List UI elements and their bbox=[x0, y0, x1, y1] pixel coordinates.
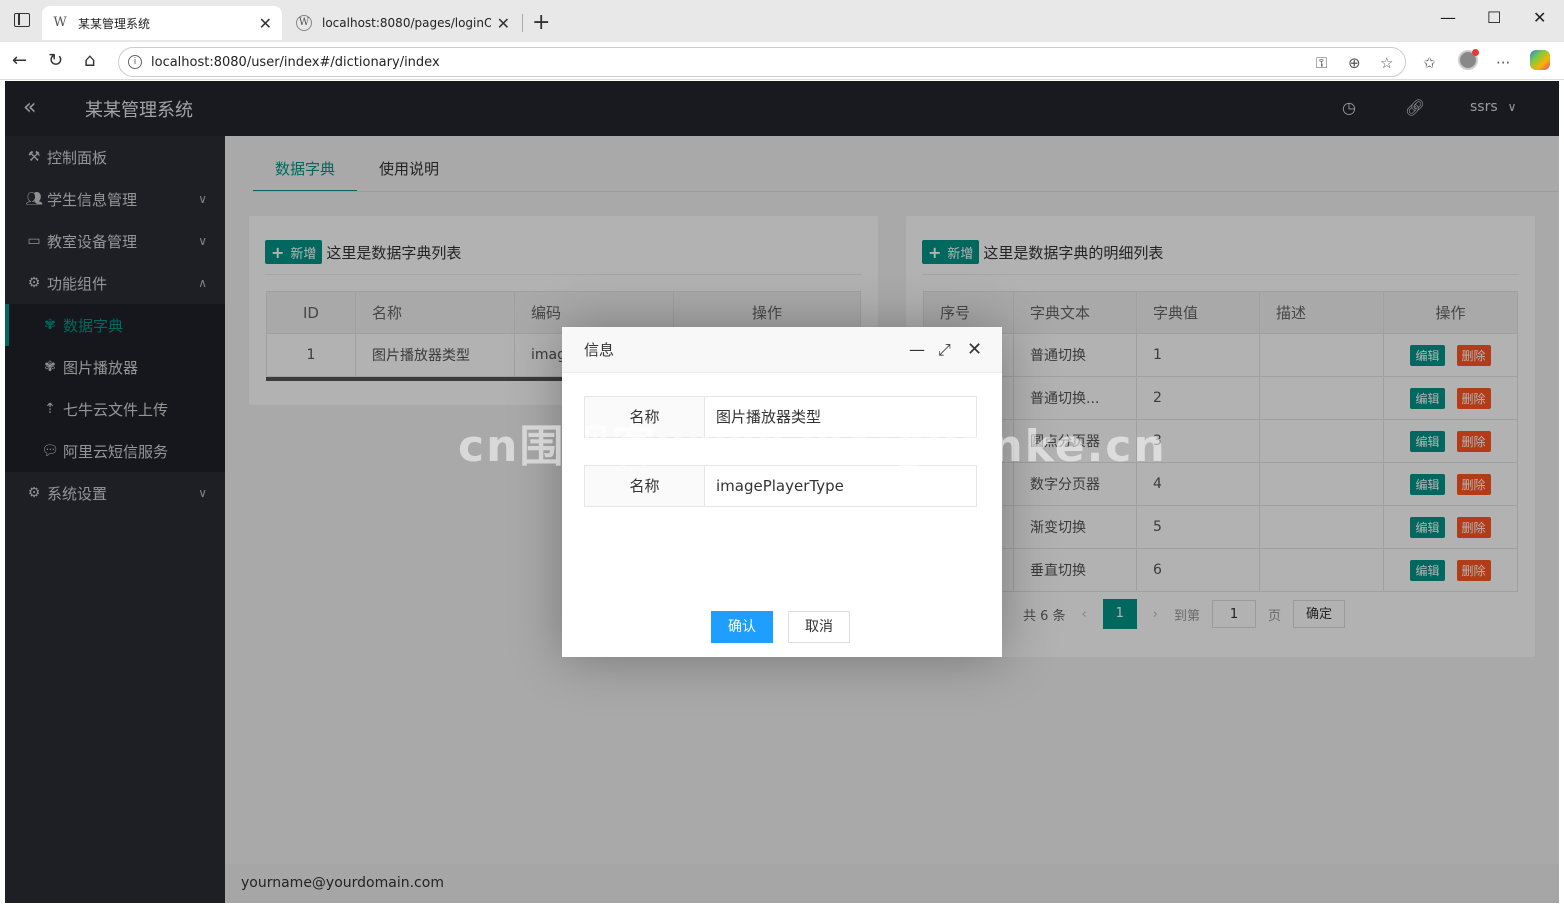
zoom-icon[interactable]: ⊕ bbox=[1348, 54, 1361, 72]
close-icon[interactable]: ✕ bbox=[967, 327, 982, 373]
dialog-title: 信息 bbox=[584, 341, 615, 359]
address-bar: ← ↻ ⌂ i localhost:8080/user/index#/dicti… bbox=[0, 42, 1564, 80]
minimize-icon[interactable]: — bbox=[909, 327, 925, 373]
watermark: cn围观客www.weiguanke.cn bbox=[458, 421, 1167, 472]
window-minimize-icon[interactable]: — bbox=[1440, 8, 1456, 27]
url-input[interactable]: i localhost:8080/user/index#/dictionary/… bbox=[118, 47, 1406, 77]
refresh-icon[interactable]: ↻ bbox=[48, 50, 63, 71]
tab-close-icon[interactable]: ✕ bbox=[259, 14, 272, 33]
window-close-icon[interactable]: ✕ bbox=[1533, 8, 1546, 27]
profile-badge-icon bbox=[1472, 49, 1479, 56]
tab-favicon-icon: W bbox=[296, 15, 312, 31]
back-icon[interactable]: ← bbox=[12, 50, 27, 71]
copilot-icon[interactable] bbox=[1530, 50, 1550, 70]
home-icon[interactable]: ⌂ bbox=[84, 50, 95, 71]
modal-overlay-header bbox=[5, 81, 1559, 136]
confirm-button[interactable]: 确认 bbox=[711, 611, 773, 643]
cancel-button[interactable]: 取消 bbox=[788, 611, 850, 643]
tab-favicon-icon: W bbox=[53, 15, 67, 30]
new-tab-icon[interactable]: + bbox=[532, 10, 550, 35]
more-icon[interactable]: ··· bbox=[1496, 54, 1510, 72]
browser-tab-active[interactable]: W 某某管理系统 ✕ bbox=[42, 6, 282, 40]
tab-close-icon[interactable]: ✕ bbox=[497, 14, 510, 33]
tab-title: 某某管理系统 bbox=[78, 16, 151, 31]
browser-tab-inactive[interactable]: W localhost:8080/pages/loginOrReg ✕ bbox=[286, 6, 520, 40]
maximize-icon[interactable]: ⤢ bbox=[938, 327, 951, 373]
info-dialog: 信息 — ⤢ ✕ 名称 图片播放器类型 名称 imagePlayerType 确… bbox=[562, 327, 1002, 657]
site-info-icon[interactable]: i bbox=[128, 55, 142, 69]
tab-actions-icon[interactable] bbox=[14, 13, 30, 27]
tab-title: localhost:8080/pages/loginOrReg bbox=[322, 16, 491, 30]
favorite-star-icon[interactable]: ☆ bbox=[1380, 54, 1393, 72]
browser-tab-strip: W 某某管理系统 ✕ W localhost:8080/pages/loginO… bbox=[0, 0, 1564, 42]
key-icon[interactable]: ⚿ bbox=[1316, 54, 1327, 72]
url-text: localhost:8080/user/index#/dictionary/in… bbox=[151, 54, 440, 70]
window-maximize-icon[interactable]: ☐ bbox=[1487, 8, 1501, 27]
favorites-icon[interactable]: ✩ bbox=[1423, 54, 1436, 72]
tab-separator bbox=[522, 14, 523, 32]
dialog-header: 信息 — ⤢ ✕ bbox=[562, 327, 1002, 373]
